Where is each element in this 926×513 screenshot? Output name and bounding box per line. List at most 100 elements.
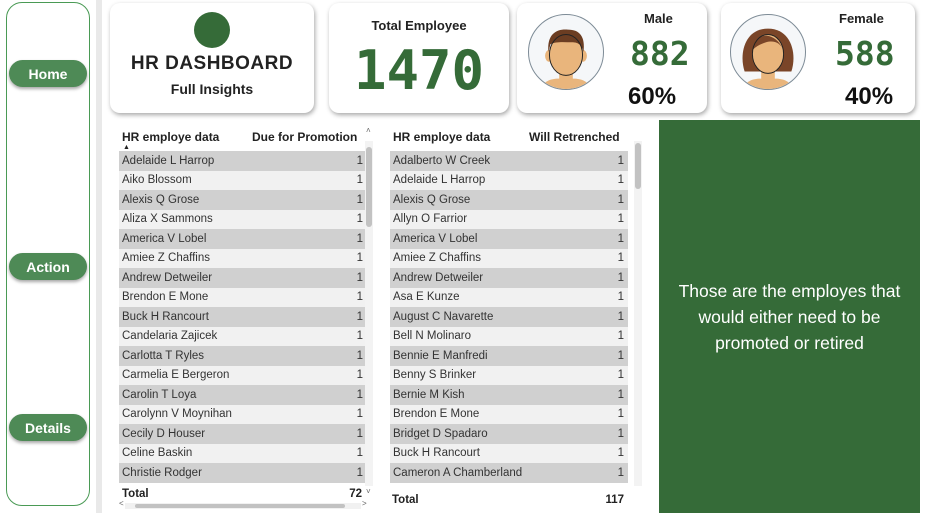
retrench-row-name: Cameron A Chamberland [393, 466, 523, 479]
retrench-table-row[interactable]: Allyn O Farrior 1 [390, 209, 628, 229]
promotion-col-name[interactable]: HR employe data [122, 130, 219, 144]
retrench-row-value: 1 [617, 427, 624, 440]
retrench-table-row[interactable]: August C Navarette 1 [390, 307, 628, 327]
retrench-table-row[interactable]: Adelaide L Harrop 1 [390, 170, 628, 190]
promotion-row-value: 1 [356, 271, 363, 284]
female-count: 588 [835, 34, 895, 73]
total-employee-card: Total Employee 1470 [329, 3, 509, 113]
promotion-row-value: 1 [356, 330, 363, 343]
dashboard-title: HR DASHBOARD [130, 53, 294, 74]
promotion-row-value: 1 [356, 252, 363, 265]
promotion-row-name: Buck H Rancourt [122, 310, 209, 323]
promotion-table-row[interactable]: America V Lobel 1 [119, 229, 367, 249]
retrench-table: HR employe data Will Retrenched Adalbert… [387, 121, 645, 513]
retrench-row-name: Bell N Molinaro [393, 330, 471, 343]
retrench-row-name: Asa E Kunze [393, 291, 460, 304]
promotion-row-value: 1 [356, 232, 363, 245]
promotion-horizontal-scrollbar[interactable] [125, 503, 361, 509]
sort-up-icon[interactable]: ▲ [123, 144, 130, 151]
promotion-table-row[interactable]: Celine Baskin 1 [119, 443, 367, 463]
male-card: Male 882 60% [517, 3, 707, 113]
promotion-row-name: Celine Baskin [122, 447, 193, 460]
female-percent: 40% [845, 83, 894, 110]
retrench-table-row[interactable]: America V Lobel 1 [390, 229, 628, 249]
promotion-row-value: 1 [356, 291, 363, 304]
retrench-table-row[interactable]: Andrew Detweiler 1 [390, 268, 628, 288]
scroll-right-icon[interactable]: ˃ [362, 499, 367, 508]
retrench-table-row[interactable]: Asa E Kunze 1 [390, 287, 628, 307]
promotion-table-row[interactable]: Carolynn V Moynihan 1 [119, 404, 367, 424]
retrench-table-row[interactable]: Amiee Z Chaffins 1 [390, 248, 628, 268]
promotion-row-value: 1 [356, 369, 363, 382]
promotion-hscroll-thumb[interactable] [135, 504, 345, 508]
retrench-row-name: Andrew Detweiler [393, 271, 484, 284]
retrench-row-name: Adalberto W Creek [393, 154, 491, 167]
retrench-col-value[interactable]: Will Retrenched [529, 130, 620, 144]
promotion-row-name: Alexis Q Grose [122, 193, 200, 206]
promotion-table-row[interactable]: Cecily D Houser 1 [119, 424, 367, 444]
retrench-row-value: 1 [617, 369, 624, 382]
scroll-down-icon[interactable]: ˅ [366, 487, 371, 496]
promotion-total-value: 72 [349, 488, 362, 500]
promotion-col-value[interactable]: Due for Promotion [252, 130, 357, 144]
promotion-table-row[interactable]: Buck H Rancourt 1 [119, 307, 367, 327]
promotion-row-name: Andrew Detweiler [122, 271, 213, 284]
retrench-table-row[interactable]: Adalberto W Creek 1 [390, 151, 628, 171]
retrench-table-row[interactable]: Benny S Brinker 1 [390, 365, 628, 385]
promotion-table-row[interactable]: Christie Rodger 1 [119, 463, 367, 483]
promotion-total-row: Total 72 [122, 488, 362, 500]
retrench-row-name: Allyn O Farrior [393, 213, 468, 226]
promotion-row-name: Carlotta T Ryles [122, 349, 205, 362]
retrench-table-row[interactable]: Brendon E Mone 1 [390, 404, 628, 424]
retrench-total-value: 117 [605, 494, 624, 506]
promotion-row-value: 1 [356, 154, 363, 167]
promotion-table-row[interactable]: Andrew Detweiler 1 [119, 268, 367, 288]
retrench-row-value: 1 [617, 447, 624, 460]
scroll-left-icon[interactable]: ˂ [119, 499, 124, 508]
promotion-table-row[interactable]: Amiee Z Chaffins 1 [119, 248, 367, 268]
promotion-table-row[interactable]: Adelaide L Harrop 1 [119, 151, 367, 171]
retrench-row-value: 1 [617, 154, 624, 167]
retrench-total-row: Total 117 [392, 494, 624, 506]
promotion-row-value: 1 [356, 310, 363, 323]
promotion-table-row[interactable]: Carmelia E Bergeron 1 [119, 365, 367, 385]
details-button[interactable]: Details [9, 414, 87, 441]
male-avatar-icon [528, 14, 604, 90]
promotion-scroll-thumb[interactable] [366, 147, 372, 227]
retrench-row-value: 1 [617, 174, 624, 187]
title-card: HR DASHBOARD Full Insights [110, 3, 314, 113]
retrench-scroll-thumb[interactable] [635, 143, 641, 189]
promotion-row-name: Carolin T Loya [122, 388, 197, 401]
promotion-row-name: Aiko Blossom [122, 174, 192, 187]
promotion-row-name: Carolynn V Moynihan [122, 408, 232, 421]
promotion-row-name: Carmelia E Bergeron [122, 369, 230, 382]
retrench-row-value: 1 [617, 349, 624, 362]
action-button[interactable]: Action [9, 253, 87, 280]
retrench-col-name[interactable]: HR employe data [393, 130, 490, 144]
home-button[interactable]: Home [9, 60, 87, 87]
retrench-row-name: Benny S Brinker [393, 369, 477, 382]
promotion-table-row[interactable]: Carlotta T Ryles 1 [119, 346, 367, 366]
promotion-row-name: Candelaria Zajicek [122, 330, 218, 343]
retrench-table-row[interactable]: Buck H Rancourt 1 [390, 443, 628, 463]
retrench-table-row[interactable]: Cameron A Chamberland 1 [390, 463, 628, 483]
promotion-table-row[interactable]: Brendon E Mone 1 [119, 287, 367, 307]
retrench-table-row[interactable]: Bridget D Spadaro 1 [390, 424, 628, 444]
retrench-table-row[interactable]: Bell N Molinaro 1 [390, 326, 628, 346]
promotion-row-name: Adelaide L Harrop [122, 154, 215, 167]
promotion-table: HR employe data ▲ Due for Promotion Adel… [117, 121, 375, 513]
retrench-table-row[interactable]: Alexis Q Grose 1 [390, 190, 628, 210]
promotion-table-row[interactable]: Alexis Q Grose 1 [119, 190, 367, 210]
retrench-vertical-scrollbar[interactable] [634, 141, 642, 486]
male-percent: 60% [628, 83, 677, 110]
promotion-table-row[interactable]: Candelaria Zajicek 1 [119, 326, 367, 346]
promotion-vertical-scrollbar[interactable] [365, 141, 373, 486]
scroll-up-icon[interactable]: ˄ [366, 126, 371, 135]
retrench-table-row[interactable]: Bennie E Manfredi 1 [390, 346, 628, 366]
nav-divider [96, 0, 102, 513]
promotion-table-row[interactable]: Aliza X Sammons 1 [119, 209, 367, 229]
promotion-table-row[interactable]: Carolin T Loya 1 [119, 385, 367, 405]
retrench-table-row[interactable]: Bernie M Kish 1 [390, 385, 628, 405]
promotion-table-row[interactable]: Aiko Blossom 1 [119, 170, 367, 190]
retrench-row-value: 1 [617, 330, 624, 343]
